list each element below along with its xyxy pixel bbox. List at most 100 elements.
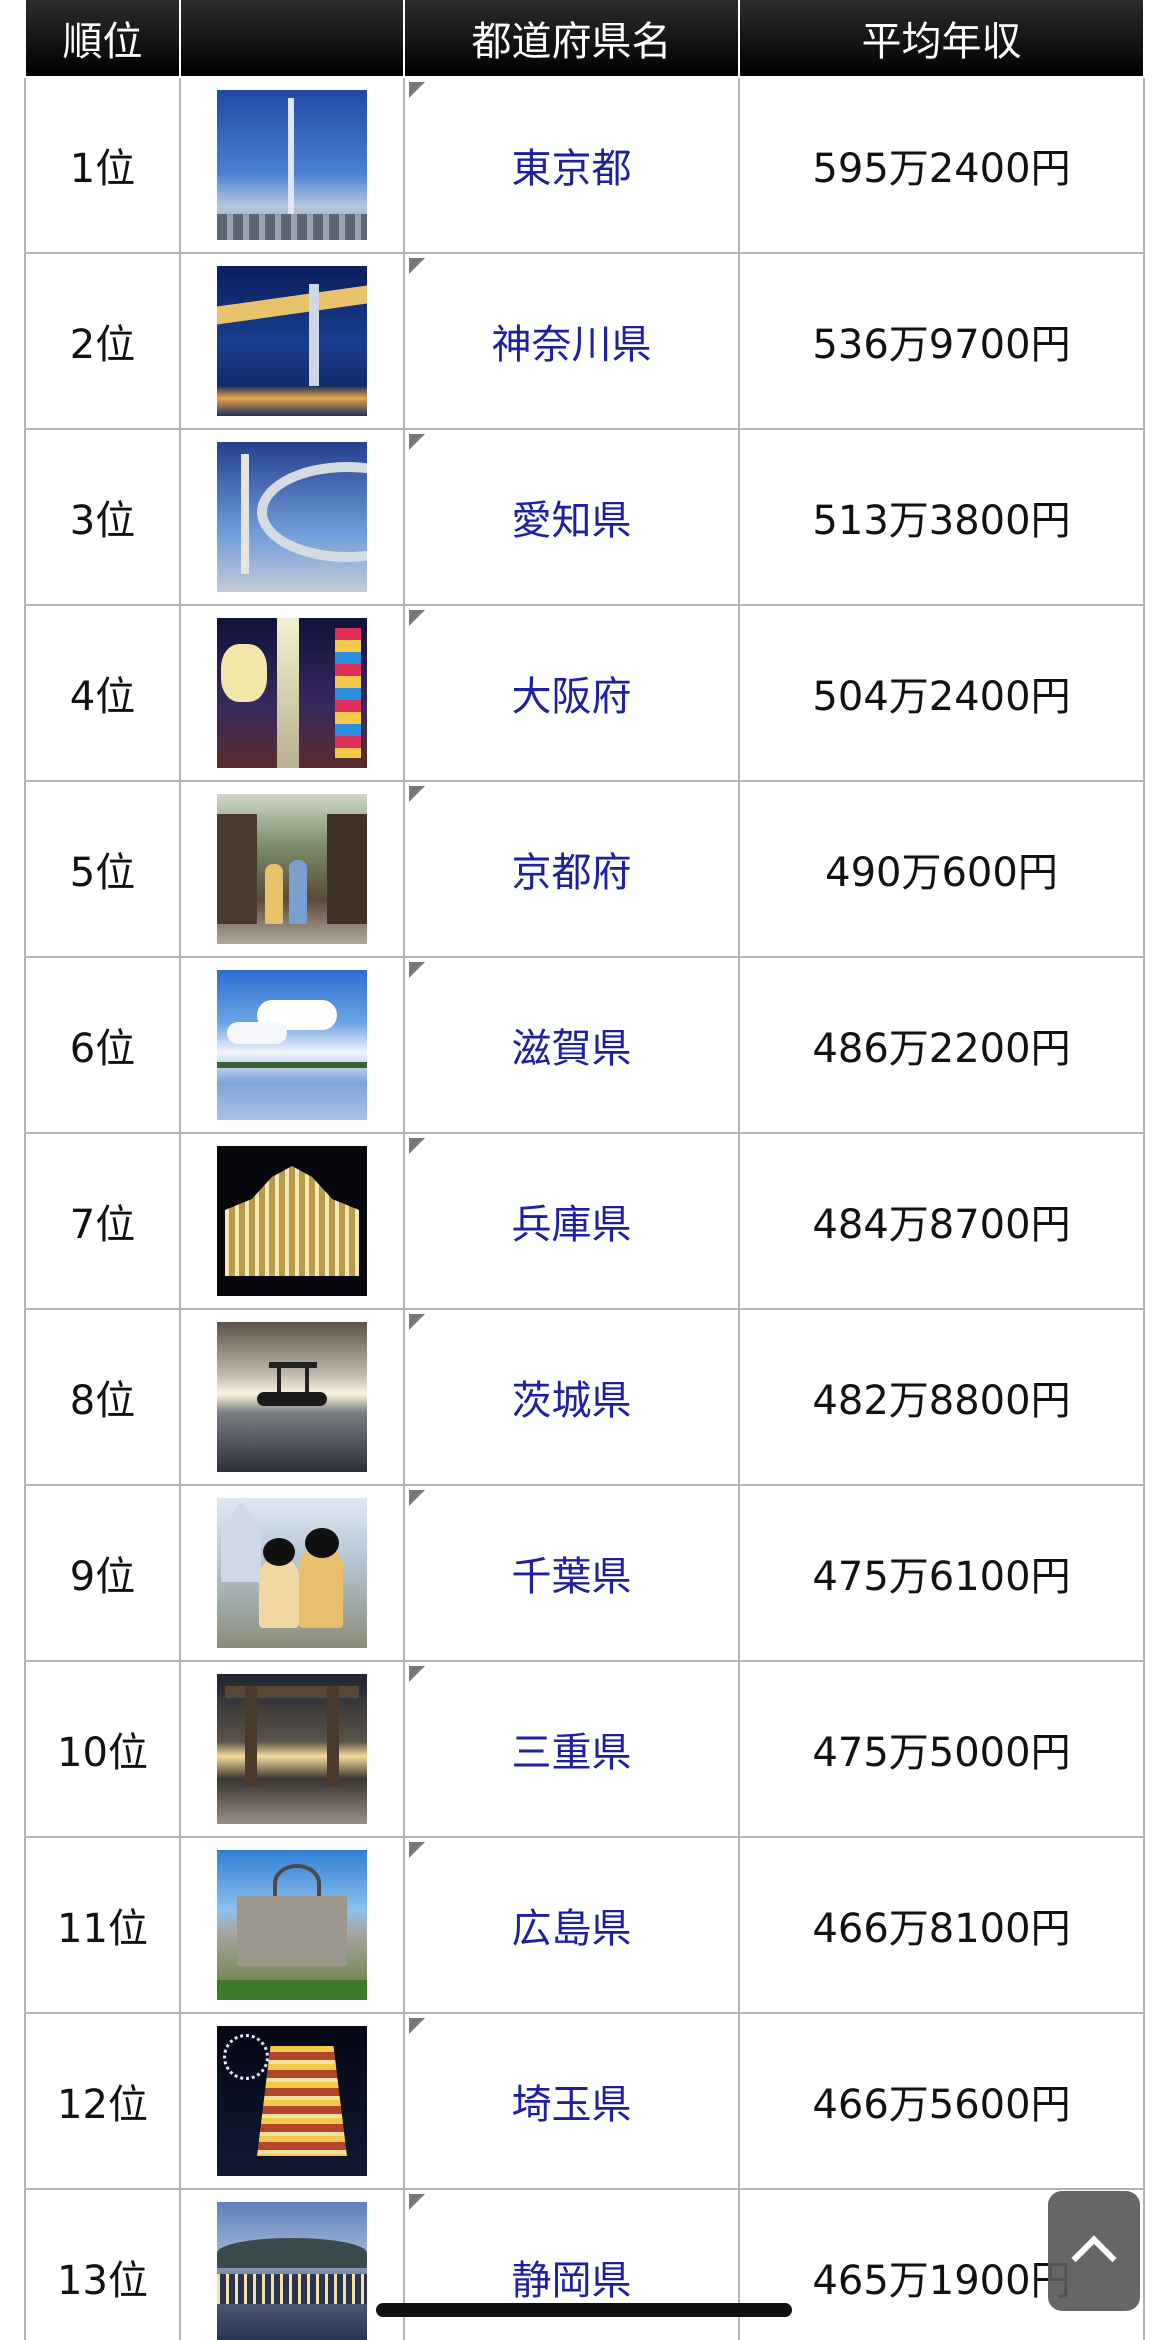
thumbnail-cell[interactable]: [179, 1836, 405, 2014]
rank-cell: 4位: [24, 604, 181, 782]
thumbnail-cell[interactable]: [179, 956, 405, 1134]
prefecture-link[interactable]: 兵庫県: [512, 1202, 632, 1248]
table-body: 1位 東京都 595万2400円 2位 神奈川県 536万9700円 3位 愛知…: [24, 76, 1145, 2340]
yokohama-bay-bridge-photo[interactable]: [217, 266, 367, 416]
ise-torii-photo[interactable]: [217, 1674, 367, 1824]
atomic-dome-photo[interactable]: [217, 1850, 367, 2000]
prefecture-cell: 京都府: [403, 780, 740, 958]
header-rank: 順位: [24, 0, 181, 78]
rank-cell: 9位: [24, 1484, 181, 1662]
corner-triangle-icon: [409, 610, 425, 626]
prefecture-link[interactable]: 滋賀県: [512, 1026, 632, 1072]
income-cell: 504万2400円: [738, 604, 1145, 782]
prefecture-link[interactable]: 広島県: [512, 1906, 632, 1952]
income-cell: 475万5000円: [738, 1660, 1145, 1838]
chichibu-festival-photo[interactable]: [217, 2026, 367, 2176]
rank-cell: 5位: [24, 780, 181, 958]
thumbnail-cell[interactable]: [179, 1308, 405, 1486]
rank-cell: 6位: [24, 956, 181, 1134]
prefecture-link[interactable]: 静岡県: [512, 2258, 632, 2304]
income-cell: 536万9700円: [738, 252, 1145, 430]
prefecture-cell: 三重県: [403, 1660, 740, 1838]
income-cell: 513万3800円: [738, 428, 1145, 606]
thumbnail-cell[interactable]: [179, 428, 405, 606]
income-cell: 490万600円: [738, 780, 1145, 958]
prefecture-cell: 愛知県: [403, 428, 740, 606]
thumbnail-cell[interactable]: [179, 604, 405, 782]
table-row: 5位 京都府 490万600円: [24, 780, 1145, 958]
prefecture-link[interactable]: 神奈川県: [492, 322, 652, 368]
table-row: 12位 埼玉県 466万5600円: [24, 2012, 1145, 2190]
corner-triangle-icon: [409, 786, 425, 802]
prefecture-link[interactable]: 東京都: [512, 146, 632, 192]
nagoya-oasis21-photo[interactable]: [217, 442, 367, 592]
thumbnail-cell[interactable]: [179, 76, 405, 254]
table-row: 7位 兵庫県 484万8700円: [24, 1132, 1145, 1310]
corner-triangle-icon: [409, 1490, 425, 1506]
scroll-to-top-button[interactable]: [1048, 2191, 1140, 2311]
seaside-torii-photo[interactable]: [217, 1322, 367, 1472]
kobe-luminarie-photo[interactable]: [217, 1146, 367, 1296]
rank-cell: 2位: [24, 252, 181, 430]
thumbnail-cell[interactable]: [179, 2188, 405, 2340]
rank-cell: 11位: [24, 1836, 181, 2014]
corner-triangle-icon: [409, 1842, 425, 1858]
corner-triangle-icon: [409, 1666, 425, 1682]
table-header-row: 順位 都道府県名 平均年収: [24, 0, 1145, 78]
thumbnail-cell[interactable]: [179, 780, 405, 958]
kyoto-street-photo[interactable]: [217, 794, 367, 944]
table-row: 11位 広島県 466万8100円: [24, 1836, 1145, 2014]
thumbnail-cell[interactable]: [179, 252, 405, 430]
home-indicator[interactable]: [376, 2303, 792, 2317]
prefecture-link[interactable]: 京都府: [512, 850, 632, 896]
prefecture-cell: 大阪府: [403, 604, 740, 782]
thumbnail-cell[interactable]: [179, 2012, 405, 2190]
rank-cell: 8位: [24, 1308, 181, 1486]
prefecture-cell: 埼玉県: [403, 2012, 740, 2190]
table-header: 順位 都道府県名 平均年収: [24, 0, 1145, 78]
prefecture-cell: 広島県: [403, 1836, 740, 2014]
header-image: [179, 0, 405, 78]
income-ranking-table: 順位 都道府県名 平均年収 1位 東京都 595万2400円 2位 神奈川県 5…: [24, 0, 1145, 2340]
rank-cell: 1位: [24, 76, 181, 254]
corner-triangle-icon: [409, 1314, 425, 1330]
income-cell: 482万8800円: [738, 1308, 1145, 1486]
rank-cell: 13位: [24, 2188, 181, 2340]
corner-triangle-icon: [409, 2018, 425, 2034]
table-row: 2位 神奈川県 536万9700円: [24, 252, 1145, 430]
disney-resort-photo[interactable]: [217, 1498, 367, 1648]
table-row: 6位 滋賀県 486万2200円: [24, 956, 1145, 1134]
prefecture-cell: 千葉県: [403, 1484, 740, 1662]
corner-triangle-icon: [409, 82, 425, 98]
thumbnail-cell[interactable]: [179, 1484, 405, 1662]
prefecture-cell: 静岡県: [403, 2188, 740, 2340]
prefecture-cell: 神奈川県: [403, 252, 740, 430]
table-row: 8位 茨城県 482万8800円: [24, 1308, 1145, 1486]
prefecture-link[interactable]: 千葉県: [512, 1554, 632, 1600]
income-cell: 466万8100円: [738, 1836, 1145, 2014]
lake-biwa-photo[interactable]: [217, 970, 367, 1120]
chevron-up-icon: [1071, 2235, 1117, 2281]
table-row: 4位 大阪府 504万2400円: [24, 604, 1145, 782]
header-prefecture: 都道府県名: [403, 0, 740, 78]
prefecture-link[interactable]: 茨城県: [512, 1378, 632, 1424]
corner-triangle-icon: [409, 434, 425, 450]
rank-cell: 12位: [24, 2012, 181, 2190]
prefecture-link[interactable]: 三重県: [512, 1730, 632, 1776]
thumbnail-cell[interactable]: [179, 1132, 405, 1310]
table-row: 13位 静岡県 465万1900円: [24, 2188, 1145, 2340]
corner-triangle-icon: [409, 962, 425, 978]
income-cell: 595万2400円: [738, 76, 1145, 254]
rank-cell: 10位: [24, 1660, 181, 1838]
prefecture-cell: 兵庫県: [403, 1132, 740, 1310]
corner-triangle-icon: [409, 2194, 425, 2210]
income-cell: 466万5600円: [738, 2012, 1145, 2190]
prefecture-link[interactable]: 愛知県: [512, 498, 632, 544]
prefecture-link[interactable]: 埼玉県: [512, 2082, 632, 2128]
thumbnail-cell[interactable]: [179, 1660, 405, 1838]
tokyo-skytree-photo[interactable]: [217, 90, 367, 240]
tsutenkaku-photo[interactable]: [217, 618, 367, 768]
income-cell: 486万2200円: [738, 956, 1145, 1134]
atami-night-view-photo[interactable]: [217, 2202, 367, 2340]
prefecture-link[interactable]: 大阪府: [512, 674, 632, 720]
